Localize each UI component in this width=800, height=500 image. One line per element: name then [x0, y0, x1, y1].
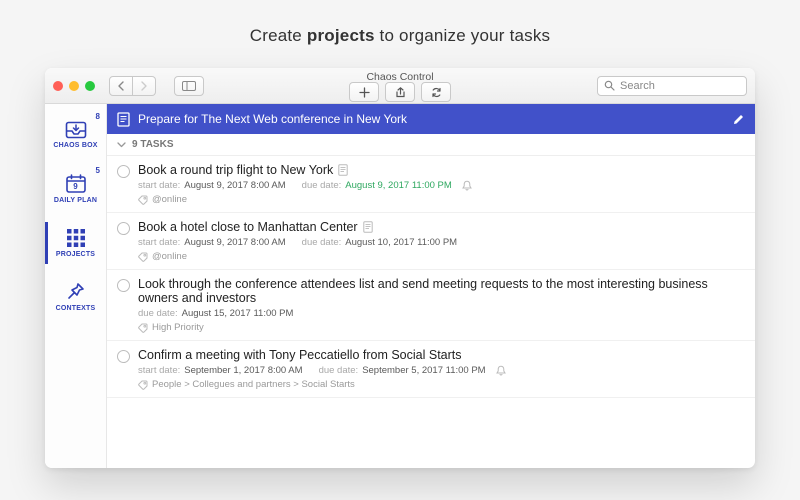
window-controls: [53, 81, 95, 91]
task-tags: @online: [138, 194, 745, 205]
sidebar-item-dailyplan[interactable]: 5 9 DAILY PLAN: [45, 162, 106, 216]
calendar-day-number: 9: [65, 182, 87, 191]
zoom-icon[interactable]: [85, 81, 95, 91]
tasks-section-header[interactable]: 9 TASKS: [107, 134, 755, 156]
task-tags: People > Collegues and partners > Social…: [138, 379, 745, 390]
sidebar-item-label: PROJECTS: [56, 251, 95, 258]
sidebar-item-label: CHAOS BOX: [53, 142, 97, 149]
tag-icon: [138, 252, 148, 262]
project-header[interactable]: Prepare for The Next Web conference in N…: [107, 104, 755, 134]
nav-back-forward: [109, 76, 156, 96]
task-title: Look through the conference attendees li…: [138, 277, 745, 305]
task-checkbox[interactable]: [117, 350, 130, 363]
task-checkbox[interactable]: [117, 165, 130, 178]
task-meta: start date:September 1, 2017 8:00 AMdue …: [138, 365, 745, 376]
tag-icon: [138, 195, 148, 205]
note-icon: [338, 164, 348, 176]
sidebar-item-label: CONTEXTS: [56, 305, 96, 312]
sidebar: 8 CHAOS BOX 5 9 DAILY PLAN: [45, 104, 107, 468]
main-content: Prepare for The Next Web conference in N…: [107, 104, 755, 468]
task-tags: High Priority: [138, 322, 745, 333]
task-row[interactable]: Book a round trip flight to New York star…: [107, 156, 755, 213]
task-row[interactable]: Look through the conference attendees li…: [107, 270, 755, 341]
task-row[interactable]: Book a hotel close to Manhattan Center st…: [107, 213, 755, 270]
forward-button[interactable]: [133, 76, 156, 96]
reminder-icon: [462, 180, 472, 191]
add-button[interactable]: [349, 82, 379, 102]
task-meta: due date:August 15, 2017 11:00 PM: [138, 308, 745, 319]
titlebar: Chaos Control Search: [45, 68, 755, 104]
sidebar-item-projects[interactable]: PROJECTS: [45, 216, 106, 270]
project-title: Prepare for The Next Web conference in N…: [138, 112, 724, 126]
tag-icon: [138, 380, 148, 390]
sidebar-item-contexts[interactable]: CONTEXTS: [45, 270, 106, 324]
grid-icon: [66, 228, 86, 248]
edit-icon[interactable]: [732, 113, 745, 126]
task-row[interactable]: Confirm a meeting with Tony Peccatiello …: [107, 341, 755, 398]
sidebar-badge: 8: [96, 112, 100, 121]
sidebar-badge: 5: [96, 166, 100, 175]
task-list: Book a round trip flight to New York star…: [107, 156, 755, 468]
calendar-icon: 9: [65, 174, 87, 194]
app-window: Chaos Control Search 8: [45, 68, 755, 468]
sidebar-item-chaosbox[interactable]: 8 CHAOS BOX: [45, 108, 106, 162]
tasks-count-label: 9 TASKS: [132, 139, 174, 150]
task-title: Book a hotel close to Manhattan Center: [138, 220, 745, 234]
task-meta: start date:August 9, 2017 8:00 AMdue dat…: [138, 237, 745, 248]
search-placeholder: Search: [620, 80, 655, 92]
sidebar-toggle-button[interactable]: [174, 76, 204, 96]
back-button[interactable]: [109, 76, 133, 96]
page-heading: Create projects to organize your tasks: [250, 26, 551, 46]
reminder-icon: [496, 365, 506, 376]
task-title: Confirm a meeting with Tony Peccatiello …: [138, 348, 745, 362]
tag-icon: [138, 323, 148, 333]
sidebar-item-label: DAILY PLAN: [54, 197, 97, 204]
close-icon[interactable]: [53, 81, 63, 91]
task-checkbox[interactable]: [117, 222, 130, 235]
note-icon: [363, 221, 373, 233]
search-input[interactable]: Search: [597, 76, 747, 96]
task-checkbox[interactable]: [117, 279, 130, 292]
task-title: Book a round trip flight to New York: [138, 163, 745, 177]
sync-button[interactable]: [421, 82, 451, 102]
task-tags: @online: [138, 251, 745, 262]
minimize-icon[interactable]: [69, 81, 79, 91]
inbox-icon: [65, 121, 87, 139]
chevron-down-icon: [117, 142, 126, 148]
pin-icon: [66, 282, 86, 302]
document-icon: [117, 112, 130, 127]
task-meta: start date:August 9, 2017 8:00 AMdue dat…: [138, 180, 745, 191]
search-icon: [604, 80, 615, 91]
share-button[interactable]: [385, 82, 415, 102]
